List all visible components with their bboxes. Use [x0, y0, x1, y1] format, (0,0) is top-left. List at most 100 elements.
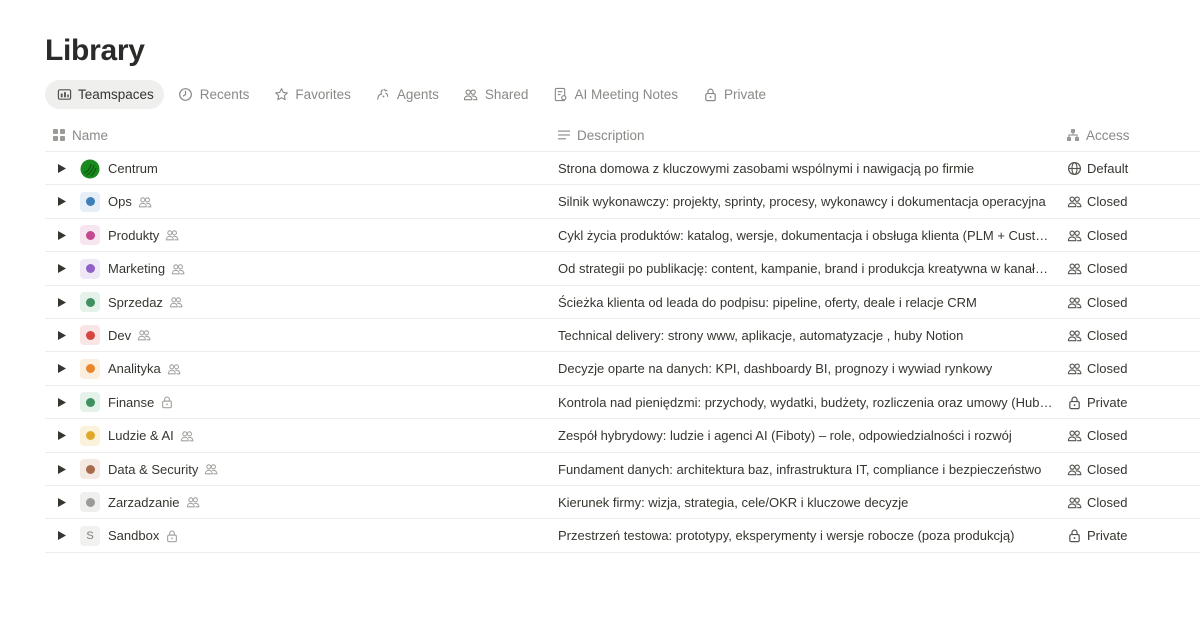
- teamspace-name-cell[interactable]: Produkty: [57, 219, 537, 252]
- teamspace-icon: [56, 87, 72, 103]
- access-cell[interactable]: Closed: [1066, 419, 1196, 452]
- teamspace-dot-icon: [80, 325, 100, 346]
- page-title: Library: [45, 34, 145, 67]
- lock-icon: [702, 87, 718, 103]
- table-row[interactable]: Analityka Decyzje oparte na danych: KPI, …: [45, 352, 1200, 386]
- access-label: Closed: [1087, 194, 1128, 210]
- agent-icon: [375, 87, 391, 103]
- table-row[interactable]: Data & Security Fundament danych: archite…: [45, 453, 1200, 486]
- column-header-name[interactable]: Name: [52, 118, 108, 152]
- teamspace-name-cell[interactable]: Marketing: [57, 252, 537, 285]
- people-icon: [138, 195, 152, 209]
- caret-right-icon[interactable]: [57, 164, 67, 174]
- tab-favorites[interactable]: Favorites: [262, 80, 361, 109]
- description-cell[interactable]: Ścieżka klienta od leada do podpisu: pip…: [558, 286, 1054, 319]
- teamspace-name-cell[interactable]: Sprzedaz: [57, 286, 537, 319]
- teamspace-name-cell[interactable]: Analityka: [57, 352, 537, 385]
- teamspace-dot-icon: [80, 392, 100, 413]
- teamspace-name-cell[interactable]: Centrum: [57, 152, 537, 185]
- teamspace-dot-icon: [80, 492, 100, 513]
- teamspace-name-cell[interactable]: Data & Security: [57, 453, 537, 486]
- caret-right-icon[interactable]: [57, 364, 67, 374]
- teamspace-name: Data & Security: [108, 461, 199, 477]
- access-cell[interactable]: Closed: [1066, 252, 1196, 285]
- caret-right-icon[interactable]: [57, 431, 67, 441]
- table-row[interactable]: Centrum Strona domowa z kluczowymi zasoba…: [45, 152, 1200, 186]
- caret-right-icon[interactable]: [57, 230, 67, 240]
- table-row[interactable]: Ops Silnik wykonawczy: projekty, sprinty,…: [45, 185, 1200, 219]
- people-icon: [1066, 294, 1082, 310]
- description-cell[interactable]: Od strategii po publikację: content, kam…: [558, 252, 1054, 285]
- column-header-access[interactable]: Access: [1066, 118, 1130, 152]
- teamspace-description: Technical delivery: strony www, aplikacj…: [558, 327, 964, 343]
- table-row[interactable]: Produkty Cykl życia produktów: katalog, w…: [45, 219, 1200, 253]
- teamspace-name-cell[interactable]: Zarzadzanie: [57, 486, 537, 519]
- tab-teamspaces[interactable]: Teamspaces: [45, 80, 164, 109]
- tab-private[interactable]: Private: [691, 80, 776, 109]
- access-cell[interactable]: Closed: [1066, 185, 1196, 218]
- access-cell[interactable]: Private: [1066, 519, 1196, 552]
- dot-icon: [85, 330, 95, 340]
- people-icon: [1066, 327, 1082, 343]
- teamspace-dot-icon: [80, 292, 100, 313]
- tab-shared[interactable]: Shared: [452, 80, 539, 109]
- teamspace-name-cell[interactable]: Ops: [57, 185, 537, 218]
- access-cell[interactable]: Closed: [1066, 286, 1196, 319]
- access-cell[interactable]: Closed: [1066, 486, 1196, 519]
- description-cell[interactable]: Przestrzeń testowa: prototypy, eksperyme…: [558, 519, 1054, 552]
- teamspaces-table: Name Description Access Centrum Strona do…: [45, 118, 1200, 553]
- access-cell[interactable]: Closed: [1066, 319, 1196, 352]
- access-cell[interactable]: Closed: [1066, 453, 1196, 486]
- description-cell[interactable]: Cykl życia produktów: katalog, wersje, d…: [558, 219, 1054, 252]
- description-cell[interactable]: Kierunek firmy: wizja, strategia, cele/O…: [558, 486, 1054, 519]
- table-row[interactable]: Zarzadzanie Kierunek firmy: wizja, strate…: [45, 486, 1200, 520]
- caret-right-icon[interactable]: [57, 330, 67, 340]
- caret-right-icon[interactable]: [57, 397, 67, 407]
- teamspace-name-cell[interactable]: S Sandbox: [57, 519, 537, 552]
- people-icon: [204, 462, 218, 476]
- access-cell[interactable]: Default: [1066, 152, 1196, 185]
- table-header: Name Description Access: [45, 118, 1200, 152]
- caret-right-icon[interactable]: [57, 197, 67, 207]
- teamspace-name: Sprzedaz: [108, 294, 163, 310]
- teamspace-name-cell[interactable]: Dev: [57, 319, 537, 352]
- description-cell[interactable]: Kontrola nad pieniędzmi: przychody, wyda…: [558, 386, 1054, 419]
- people-icon: [137, 328, 151, 342]
- dot-icon: [85, 197, 95, 207]
- caret-right-icon[interactable]: [57, 297, 67, 307]
- table-row[interactable]: Ludzie & AI Zespół hybrydowy: ludzie i ag…: [45, 419, 1200, 453]
- dot-icon: [85, 264, 95, 274]
- tab-recents[interactable]: Recents: [167, 80, 260, 109]
- teamspace-dot-icon: [80, 191, 100, 212]
- tab-ai-meeting-notes[interactable]: AI Meeting Notes: [541, 80, 688, 109]
- caret-right-icon[interactable]: [57, 531, 67, 541]
- people-icon: [186, 495, 200, 509]
- description-cell[interactable]: Strona domowa z kluczowymi zasobami wspó…: [558, 152, 1054, 185]
- caret-right-icon[interactable]: [57, 264, 67, 274]
- table-row[interactable]: Sprzedaz Ścieżka klienta od leada do podp…: [45, 286, 1200, 319]
- description-cell[interactable]: Decyzje oparte na danych: KPI, dashboard…: [558, 352, 1054, 385]
- teamspace-name-cell[interactable]: Ludzie & AI: [57, 419, 537, 452]
- access-cell[interactable]: Closed: [1066, 352, 1196, 385]
- access-label: Closed: [1087, 428, 1128, 444]
- teamspace-dot-icon: [80, 225, 100, 246]
- tab-agents[interactable]: Agents: [364, 80, 449, 109]
- description-cell[interactable]: Fundament danych: architektura baz, infr…: [558, 453, 1054, 486]
- tab-label: AI Meeting Notes: [574, 87, 678, 102]
- description-cell[interactable]: Zespół hybrydowy: ludzie i agenci AI (Fi…: [558, 419, 1054, 452]
- table-row[interactable]: Finanse Kontrola nad pieniędzmi: przychod…: [45, 386, 1200, 420]
- caret-right-icon[interactable]: [57, 464, 67, 474]
- table-row[interactable]: Marketing Od strategii po publikację: con…: [45, 252, 1200, 286]
- access-cell[interactable]: Closed: [1066, 219, 1196, 252]
- description-cell[interactable]: Silnik wykonawczy: projekty, sprinty, pr…: [558, 185, 1054, 218]
- teamspace-description: Kontrola nad pieniędzmi: przychody, wyda…: [558, 394, 1054, 410]
- table-row[interactable]: S Sandbox Przestrzeń testowa: prototypy, e…: [45, 519, 1200, 553]
- caret-right-icon[interactable]: [57, 497, 67, 507]
- teamspace-name-cell[interactable]: Finanse: [57, 386, 537, 419]
- column-header-description[interactable]: Description: [557, 118, 645, 152]
- table-row[interactable]: Dev Technical delivery: strony www, aplik…: [45, 319, 1200, 353]
- teamspace-dot-icon: [80, 258, 100, 279]
- teamspace-name: Sandbox: [108, 528, 160, 544]
- access-cell[interactable]: Private: [1066, 386, 1196, 419]
- description-cell[interactable]: Technical delivery: strony www, aplikacj…: [558, 319, 1054, 352]
